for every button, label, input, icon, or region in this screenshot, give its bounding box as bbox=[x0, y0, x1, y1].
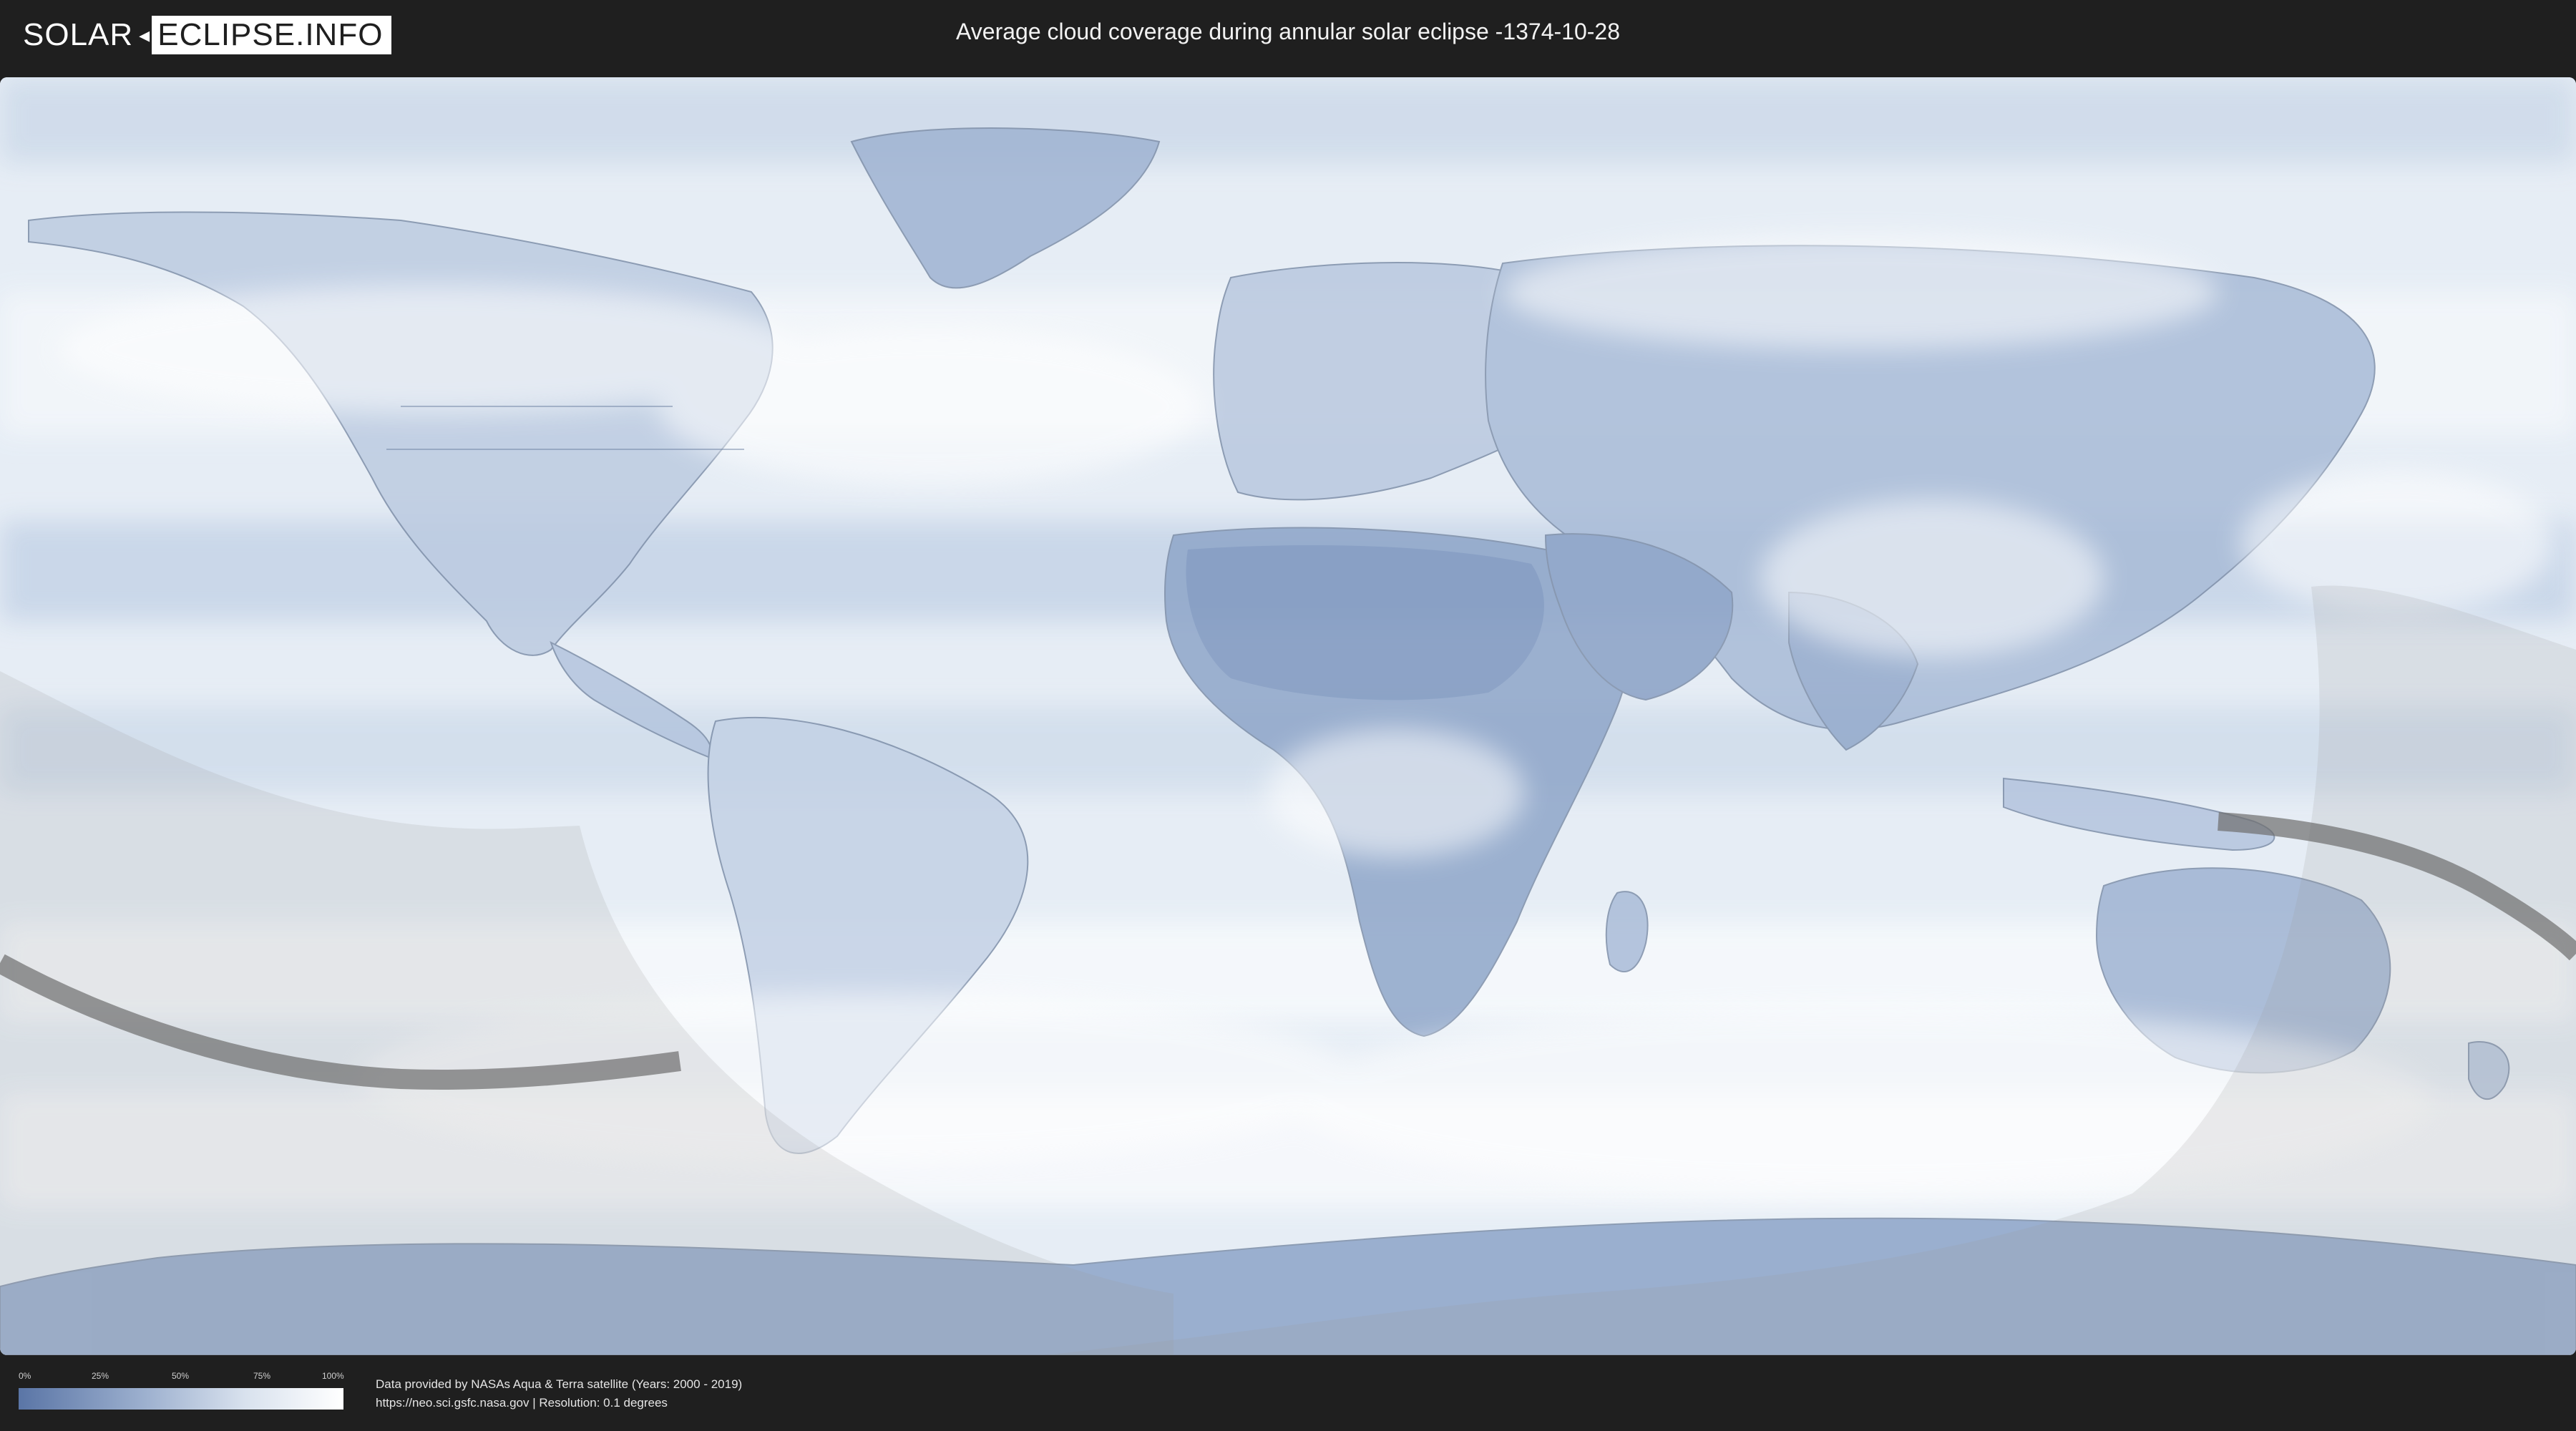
legend-tick-0: 0% bbox=[19, 1371, 31, 1381]
cloud-coverage-map[interactable] bbox=[0, 77, 2576, 1355]
page-title: Average cloud coverage during annular so… bbox=[956, 19, 1620, 44]
legend-tick-25: 25% bbox=[92, 1371, 109, 1381]
cloud-coverage-legend: 0% 25% 50% 75% 100% bbox=[19, 1371, 344, 1410]
legend-tick-50: 50% bbox=[172, 1371, 190, 1381]
legend-tick-100: 100% bbox=[322, 1371, 344, 1381]
legend-tick-75: 75% bbox=[253, 1371, 271, 1381]
credits-line-source: Data provided by NASAs Aqua & Terra sate… bbox=[376, 1377, 743, 1391]
data-credits: Data provided by NASAs Aqua & Terra sate… bbox=[376, 1375, 742, 1412]
header-bar: SOLAR ◂ ECLIPSE.INFO Average cloud cover… bbox=[0, 0, 2576, 72]
legend-color-bar bbox=[19, 1388, 343, 1410]
sahara-region bbox=[1186, 545, 1544, 700]
credits-line-url[interactable]: https://neo.sci.gsfc.nasa.gov | Resoluti… bbox=[376, 1394, 742, 1412]
footer-bar: 0% 25% 50% 75% 100% Data provided by NAS… bbox=[0, 1355, 2576, 1431]
